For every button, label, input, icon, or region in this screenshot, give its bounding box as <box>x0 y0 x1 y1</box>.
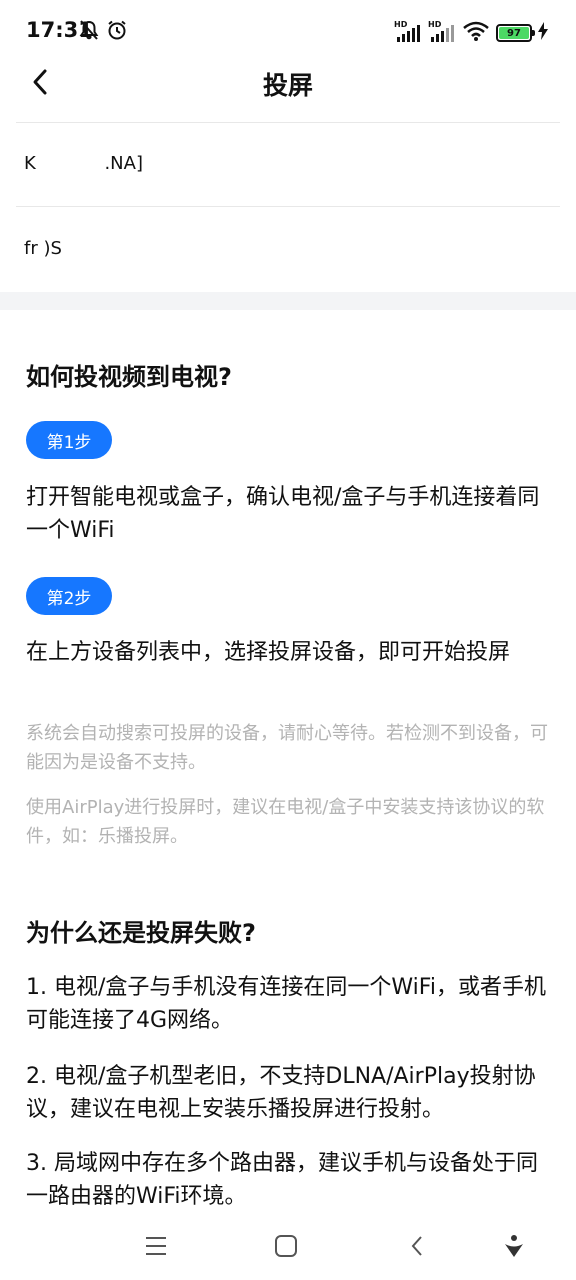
navigation-bar <box>0 1212 576 1280</box>
charging-icon <box>538 22 548 44</box>
status-right-icons: HD HD 97 <box>394 20 548 46</box>
wifi-icon <box>462 20 490 46</box>
note-airplay: 使用AirPlay进行投屏时，建议在电视/盒子中安装支持该协议的软件，如：乐播投… <box>26 797 545 847</box>
note-auto-search: 系统会自动搜索可投屏的设备，请耐心等待。若检测不到设备，可能因为是设备不支持。 <box>26 723 548 773</box>
signal-hd-2-icon: HD <box>428 20 456 44</box>
faq-title: 为什么还是投屏失败? <box>26 919 256 947</box>
device-name: K .NA] <box>24 153 143 174</box>
faq-item-2: 2. 电视/盒子机型老旧，不支持DLNA/AirPlay投射协议，建议在电视上安… <box>26 1064 536 1122</box>
mute-bell-icon <box>78 19 100 45</box>
guide-title: 如何投视频到电视? <box>26 363 232 391</box>
status-bar: 17:31 HD HD 97 <box>0 0 576 60</box>
battery-level: 97 <box>499 27 529 39</box>
home-button[interactable] <box>266 1230 306 1262</box>
alarm-icon <box>106 19 128 45</box>
faq-item-3: 3. 局域网中存在多个路由器，建议手机与设备处于同一路由器的WiFi环境。 <box>26 1151 538 1209</box>
back-icon <box>411 1236 422 1256</box>
menu-icon <box>146 1237 166 1255</box>
device-name: fr )S <box>24 238 62 259</box>
hd-label: HD <box>428 20 442 29</box>
hd-label: HD <box>394 20 408 29</box>
step-1-text: 打开智能电视或盒子，确认电视/盒子与手机连接着同一个WiFi <box>26 485 540 543</box>
step-2-badge: 第2步 <box>26 577 112 615</box>
back-nav-button[interactable] <box>397 1230 437 1262</box>
assistant-button[interactable] <box>494 1230 534 1262</box>
page-title: 投屏 <box>262 71 313 100</box>
battery-icon: 97 <box>496 24 535 42</box>
step-1-badge: 第1步 <box>26 421 112 459</box>
signal-hd-1-icon: HD <box>394 20 422 44</box>
menu-button[interactable] <box>136 1230 176 1262</box>
home-icon <box>275 1235 297 1257</box>
device-item[interactable]: K .NA] <box>16 123 560 207</box>
assistant-icon <box>505 1235 523 1257</box>
header: 投屏 <box>0 52 576 112</box>
faq-item-1: 1. 电视/盒子与手机没有连接在同一个WiFi，或者手机可能连接了4G网络。 <box>26 975 546 1033</box>
status-left-icons <box>78 19 128 45</box>
section-separator <box>0 292 576 310</box>
device-item[interactable]: fr )S <box>16 208 560 292</box>
step-2-text: 在上方设备列表中，选择投屏设备，即可开始投屏 <box>26 640 511 665</box>
